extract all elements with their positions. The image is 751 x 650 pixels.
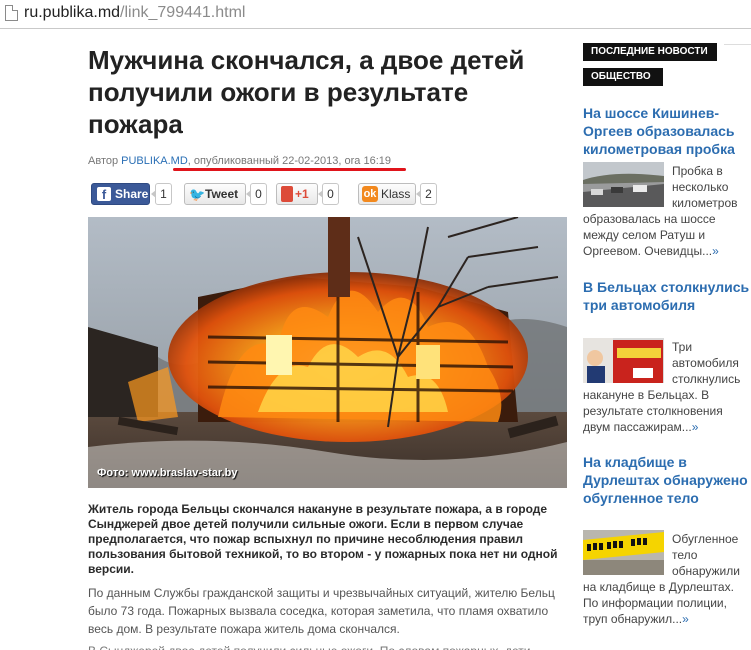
twitter-bird-icon: 🐦 [189, 187, 206, 202]
byline-prefix: Автор [88, 155, 122, 167]
news-title-burned-body[interactable]: На кладбище в Дурлештах обнаружено обугл… [583, 453, 751, 507]
google-plus-button[interactable]: +1 [276, 183, 318, 205]
read-more-link[interactable]: » [712, 244, 719, 258]
news-title-car-crash[interactable]: В Бельцах столкнулись три автомобиля [583, 278, 751, 314]
facebook-share-label: Share [115, 187, 149, 201]
facebook-share-button[interactable]: f Share [91, 183, 150, 205]
odnoklassniki-icon: ok [362, 186, 378, 202]
tweet-label: Tweet [205, 187, 239, 201]
article-photo: Фото: www.braslav-star.by [88, 217, 567, 488]
odnoklassniki-label: Klass [381, 187, 411, 201]
google-plus-count: 0 [318, 183, 339, 205]
odnoklassniki-count: 2 [416, 183, 437, 205]
news-excerpt-traffic-jam: Пробка в несколько километров образовала… [583, 163, 751, 259]
read-more-link[interactable]: » [692, 420, 699, 434]
tweet-button[interactable]: 🐦 Tweet [184, 183, 246, 205]
article-paragraph-cutoff: В Сынджерей двое детей получили сильные … [88, 644, 558, 650]
read-more-link[interactable]: » [682, 612, 689, 626]
latest-news-header[interactable]: ПОСЛЕДНИЕ НОВОСТИ [583, 43, 717, 61]
burning-house-image [88, 217, 567, 488]
article-title: Мужчина скончался, а двое детей получили… [88, 45, 525, 139]
photo-credit: Фото: www.braslav-star.by [97, 467, 238, 479]
section-header-society[interactable]: ОБЩЕСТВО [583, 68, 663, 86]
article-lead: Житель города Бельцы скончался накануне … [88, 502, 558, 576]
address-bar[interactable]: ru.publika.md/link_799441.html [0, 0, 751, 29]
article-paragraph: По данным Службы гражданской защиты и чр… [88, 586, 555, 636]
odnoklassniki-button[interactable]: ok Klass [358, 183, 416, 205]
news-title-traffic-jam[interactable]: На шоссе Кишинев-Оргеев образовалась кил… [583, 104, 751, 158]
url-domain: ru.publika.md [24, 4, 121, 21]
news-excerpt-burned-body: Обугленное тело обнаружили на кладбище в… [583, 531, 751, 627]
facebook-count: 1 [151, 183, 172, 205]
google-plus-label: +1 [295, 187, 309, 201]
url-path: /link_799441.html [120, 4, 246, 21]
google-plus-icon [281, 186, 293, 202]
byline: Автор PUBLIKA.MD, опубликованный 22-02-2… [88, 155, 391, 167]
highlight-underline [173, 168, 406, 171]
page-icon [5, 5, 18, 21]
url-text[interactable]: ru.publika.md/link_799441.html [24, 4, 245, 22]
facebook-icon: f [97, 187, 111, 202]
news-excerpt-car-crash: Три автомобиля столкнулись накануне в Бе… [583, 339, 751, 435]
twitter-count: 0 [246, 183, 267, 205]
sidebar-divider [724, 44, 751, 45]
published-date: , опубликованный 22-02-2013, ora 16:19 [187, 155, 391, 167]
author-link[interactable]: PUBLIKA.MD [121, 155, 188, 167]
